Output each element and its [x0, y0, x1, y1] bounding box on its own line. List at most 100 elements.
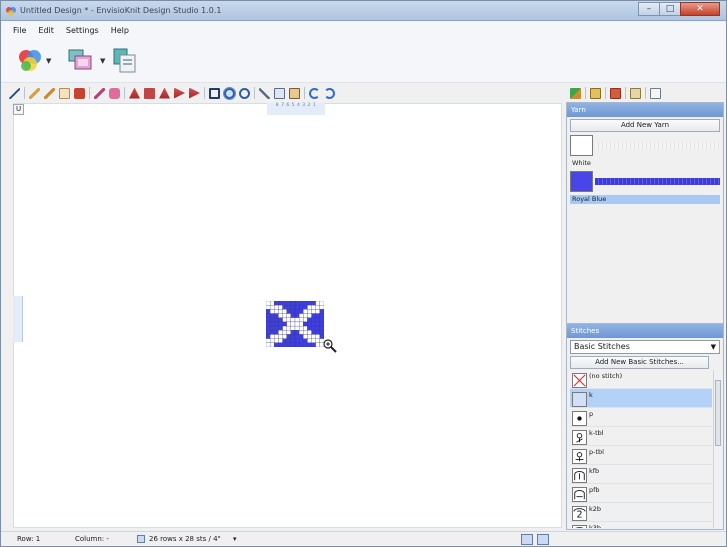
grid-cell[interactable]	[311, 305, 316, 310]
grid-cell[interactable]	[299, 338, 304, 343]
yarn-label-white[interactable]: White	[570, 159, 720, 168]
grid-cell[interactable]	[294, 342, 300, 347]
stitch-item[interactable]: pfb	[570, 484, 712, 503]
properties-icon[interactable]	[650, 87, 661, 99]
grid-cell[interactable]	[299, 334, 304, 339]
grid-cell[interactable]	[274, 305, 279, 310]
stitch-item[interactable]: kfb	[570, 465, 712, 484]
grid-cell[interactable]	[299, 342, 304, 347]
grid-cell[interactable]	[311, 301, 316, 306]
grid-cell[interactable]	[270, 309, 275, 314]
grid-cell[interactable]	[266, 321, 271, 327]
grid-cell[interactable]	[266, 325, 271, 331]
line-tool-icon[interactable]	[159, 87, 170, 99]
grid-cell[interactable]	[303, 321, 308, 327]
grid-cell[interactable]	[294, 334, 300, 339]
grid-cell[interactable]	[303, 309, 308, 314]
crop-tool-icon[interactable]	[209, 87, 220, 99]
scrollbar-thumb[interactable]	[715, 380, 721, 446]
redo-icon[interactable]	[324, 87, 335, 99]
grid-cell[interactable]	[282, 301, 287, 306]
grid-cell[interactable]	[278, 301, 283, 306]
grid-cell[interactable]	[294, 317, 300, 323]
pattern-pages-button[interactable]	[111, 47, 139, 75]
grid-cell[interactable]	[270, 342, 275, 347]
grid-cell[interactable]	[266, 330, 271, 335]
grid-cell[interactable]	[290, 334, 296, 339]
grid-cell[interactable]	[303, 338, 308, 343]
yarn-item-white[interactable]	[570, 135, 720, 158]
grid-cell[interactable]	[286, 338, 291, 343]
paste-tool-icon[interactable]	[289, 87, 300, 99]
grid-cell[interactable]	[270, 338, 275, 343]
grid-cell[interactable]	[307, 330, 312, 335]
grid-cell[interactable]	[315, 325, 320, 331]
grid-cell[interactable]	[282, 325, 287, 331]
grid-cell[interactable]	[282, 334, 287, 339]
grid-cell[interactable]	[266, 342, 271, 347]
grid-cell[interactable]	[266, 309, 271, 314]
grid-cell[interactable]	[270, 305, 275, 310]
grid-cell[interactable]	[274, 325, 279, 331]
grid-cell[interactable]	[270, 321, 275, 327]
fill-tool-icon[interactable]	[59, 87, 70, 99]
grid-cell[interactable]	[315, 321, 320, 327]
grid-cell[interactable]	[315, 330, 320, 335]
grid-cell[interactable]	[307, 338, 312, 343]
grid-cell[interactable]	[278, 305, 283, 310]
grid-cell[interactable]	[294, 338, 300, 343]
grid-cell[interactable]	[311, 313, 316, 318]
grid-cell[interactable]	[286, 342, 291, 347]
eyedropper-tool-icon[interactable]	[94, 87, 105, 99]
stitch-item[interactable]: 3 k3b	[570, 522, 712, 528]
grid-cell[interactable]	[311, 309, 316, 314]
grid-cell[interactable]	[290, 309, 296, 314]
grid-cell[interactable]	[290, 330, 296, 335]
grid-cell[interactable]	[290, 317, 296, 323]
grid-cell[interactable]	[282, 313, 287, 318]
grid-cell[interactable]	[311, 317, 316, 323]
grid-cell[interactable]	[286, 330, 291, 335]
grid-cell[interactable]	[303, 342, 308, 347]
grid-cell[interactable]	[303, 301, 308, 306]
grid-cell[interactable]	[290, 305, 296, 310]
grid-cell[interactable]	[282, 309, 287, 314]
grid-cell[interactable]	[319, 321, 324, 327]
brush-tool-icon[interactable]	[44, 87, 55, 99]
stitch-item[interactable]: (no stitch)	[570, 370, 712, 389]
grid-cell[interactable]	[270, 313, 275, 318]
cut-tool-icon[interactable]	[259, 87, 270, 99]
grid-cell[interactable]	[315, 309, 320, 314]
grid-cell[interactable]	[294, 313, 300, 318]
stitch-item[interactable]: p	[570, 408, 712, 427]
grid-cell[interactable]	[274, 342, 279, 347]
grid-cell[interactable]	[270, 325, 275, 331]
grid-cell[interactable]	[274, 309, 279, 314]
grid-cell[interactable]	[278, 330, 283, 335]
grid-cell[interactable]	[278, 321, 283, 327]
add-new-yarn-button[interactable]: Add New Yarn	[570, 119, 720, 132]
grid-cell[interactable]	[319, 334, 324, 339]
grid-cell[interactable]	[286, 317, 291, 323]
unit-toggle-button[interactable]: U	[13, 104, 24, 115]
grid-cell[interactable]	[299, 309, 304, 314]
grid-cell[interactable]	[274, 338, 279, 343]
symbols-icon[interactable]	[630, 87, 641, 99]
grid-cell[interactable]	[266, 313, 271, 318]
grid-cell[interactable]	[307, 334, 312, 339]
shape-tool-icon[interactable]	[129, 87, 140, 99]
grid-cell[interactable]	[319, 301, 324, 306]
grid-cell[interactable]	[290, 313, 296, 318]
grid-cell[interactable]	[278, 313, 283, 318]
stitch-item[interactable]: k-tbl	[570, 427, 712, 446]
color-palette-button[interactable]: ▼	[17, 47, 51, 75]
view-preview-icon[interactable]	[537, 534, 549, 545]
grid-cell[interactable]	[282, 321, 287, 327]
grid-cell[interactable]	[299, 321, 304, 327]
minimize-button[interactable]: –	[638, 2, 660, 16]
grid-cell[interactable]	[307, 301, 312, 306]
grid-cell[interactable]	[319, 305, 324, 310]
mirror-tool-icon[interactable]	[174, 87, 185, 99]
grid-cell[interactable]	[303, 334, 308, 339]
grid-cell[interactable]	[319, 330, 324, 335]
